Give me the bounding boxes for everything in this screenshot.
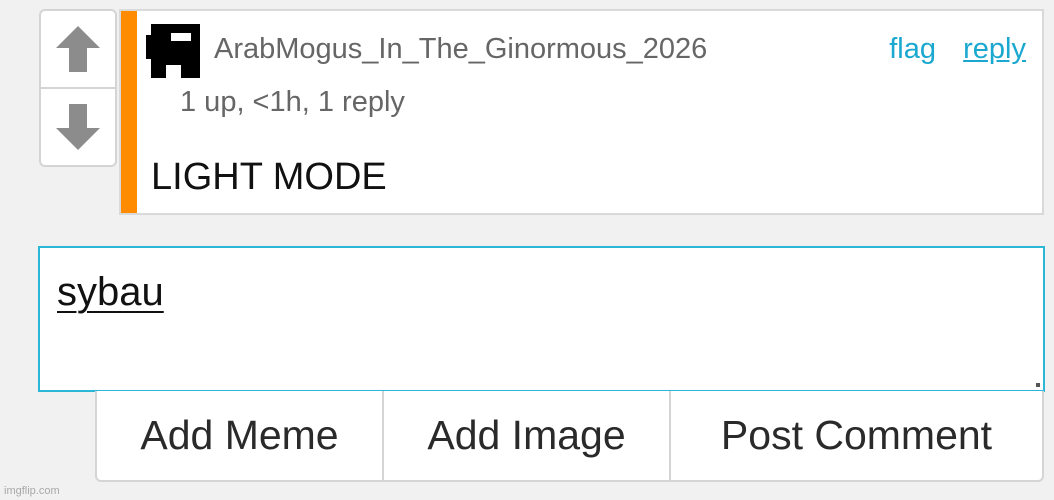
resize-handle[interactable] [1036, 383, 1040, 387]
vote-box [39, 9, 117, 167]
comment-username[interactable]: ArabMogus_In_The_Ginormous_2026 [214, 33, 707, 66]
comment-meta: 1 up, <1h, 1 reply [180, 86, 405, 118]
upvote-button[interactable] [41, 11, 115, 89]
arrow-down-icon [56, 104, 100, 150]
reply-textarea[interactable]: sybau [38, 246, 1045, 392]
comment-body: LIGHT MODE [151, 156, 387, 198]
post-comment-button[interactable]: Post Comment [671, 391, 1042, 480]
comment-actions: Add Meme Add Image Post Comment [95, 391, 1044, 482]
reply-link[interactable]: reply [963, 33, 1026, 66]
add-image-button[interactable]: Add Image [384, 391, 671, 480]
downvote-button[interactable] [41, 89, 115, 165]
add-meme-button[interactable]: Add Meme [97, 391, 384, 480]
pixel-avatar-icon[interactable] [144, 21, 204, 81]
imgflip-watermark: imgflip.com [4, 485, 60, 497]
comment-card: ArabMogus_In_The_Ginormous_2026 flag rep… [119, 9, 1044, 215]
reply-textarea-value: sybau [57, 270, 164, 314]
arrow-up-icon [56, 26, 100, 72]
flag-link[interactable]: flag [889, 33, 936, 66]
comment-accent-bar [121, 11, 137, 213]
